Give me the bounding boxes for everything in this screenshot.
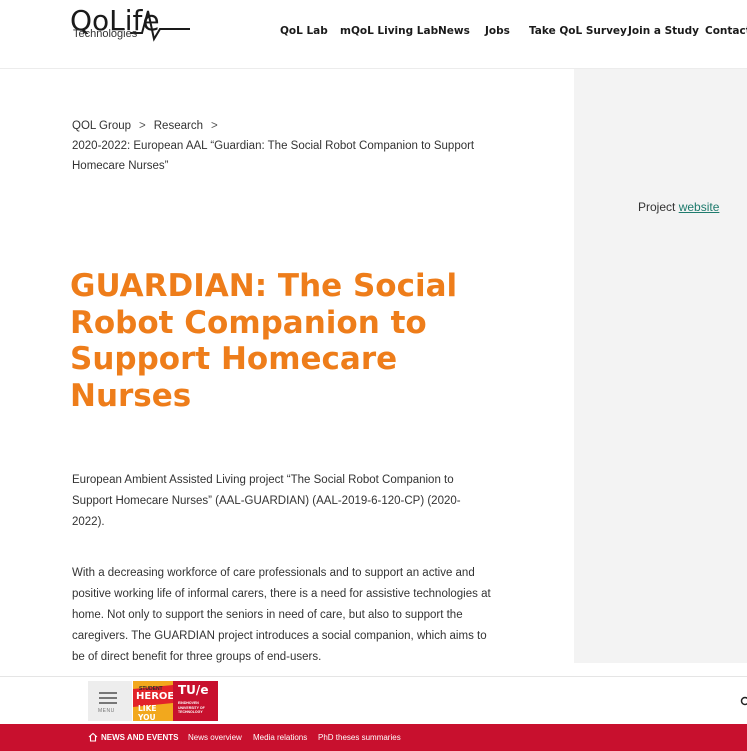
logo-subtitle: Technologies: [73, 28, 138, 40]
nav-news[interactable]: News: [438, 25, 470, 37]
heroes-line1: HEROES: [136, 691, 173, 702]
media-relations-link[interactable]: Media relations: [253, 733, 307, 742]
sidebar: [574, 69, 747, 663]
tue-logo-text: TU/e: [178, 683, 209, 697]
heroes-like-you-banner[interactable]: STUDENT HEROES LIKE YOU: [133, 681, 173, 721]
project-website-link[interactable]: website: [679, 200, 720, 214]
news-events-bar: NEWS AND EVENTS News overview Media rela…: [0, 724, 747, 751]
tue-logo[interactable]: TU/e EINDHOVEN UNIVERSITY OF TECHNOLOGY: [173, 681, 218, 721]
nav-mqol-living-lab[interactable]: mQoL Living Lab: [340, 25, 438, 37]
nav-jobs[interactable]: Jobs: [485, 25, 510, 37]
breadcrumb-qol-group[interactable]: QOL Group: [72, 120, 131, 132]
hamburger-icon: [99, 692, 117, 694]
breadcrumb-current: 2020-2022: European AAL “Guardian: The S…: [72, 140, 475, 172]
nav-contact[interactable]: Contact: [705, 25, 747, 37]
menu-label: MENU: [98, 708, 115, 714]
breadcrumb: QOL Group > Research > 2020-2022: European …: [72, 116, 512, 176]
news-and-events-link[interactable]: NEWS AND EVENTS: [101, 733, 179, 742]
intro-paragraph: European Ambient Assisted Living project…: [72, 474, 461, 528]
home-icon[interactable]: [88, 732, 98, 742]
nav-take-qol-survey[interactable]: Take QoL Survey: [529, 25, 627, 37]
search-icon[interactable]: [740, 696, 747, 708]
project-label: Project: [638, 200, 676, 214]
breadcrumb-research[interactable]: Research: [154, 120, 203, 132]
hamburger-icon: [99, 697, 117, 699]
nav-qol-lab[interactable]: QoL Lab: [280, 25, 328, 37]
menu-button[interactable]: MENU: [88, 681, 132, 721]
nav-join-a-study[interactable]: Join a Study: [628, 25, 699, 37]
phd-theses-link[interactable]: PhD theses summaries: [318, 733, 401, 742]
hamburger-icon: [99, 702, 117, 704]
breadcrumb-separator: >: [139, 120, 146, 132]
site-header: QoLife Technologies QoL Lab mQoL Living …: [0, 0, 747, 69]
page-title: GUARDIAN: The Social Robot Companion to …: [70, 268, 458, 414]
heroes-line2: LIKE YOU: [138, 704, 157, 721]
news-overview-link[interactable]: News overview: [188, 733, 242, 742]
body-paragraph: With a decreasing workforce of care prof…: [72, 567, 491, 663]
tue-logo-caption: EINDHOVEN UNIVERSITY OF TECHNOLOGY: [178, 701, 205, 714]
project-website-text: Project website: [638, 200, 719, 214]
breadcrumb-separator: >: [210, 120, 218, 132]
